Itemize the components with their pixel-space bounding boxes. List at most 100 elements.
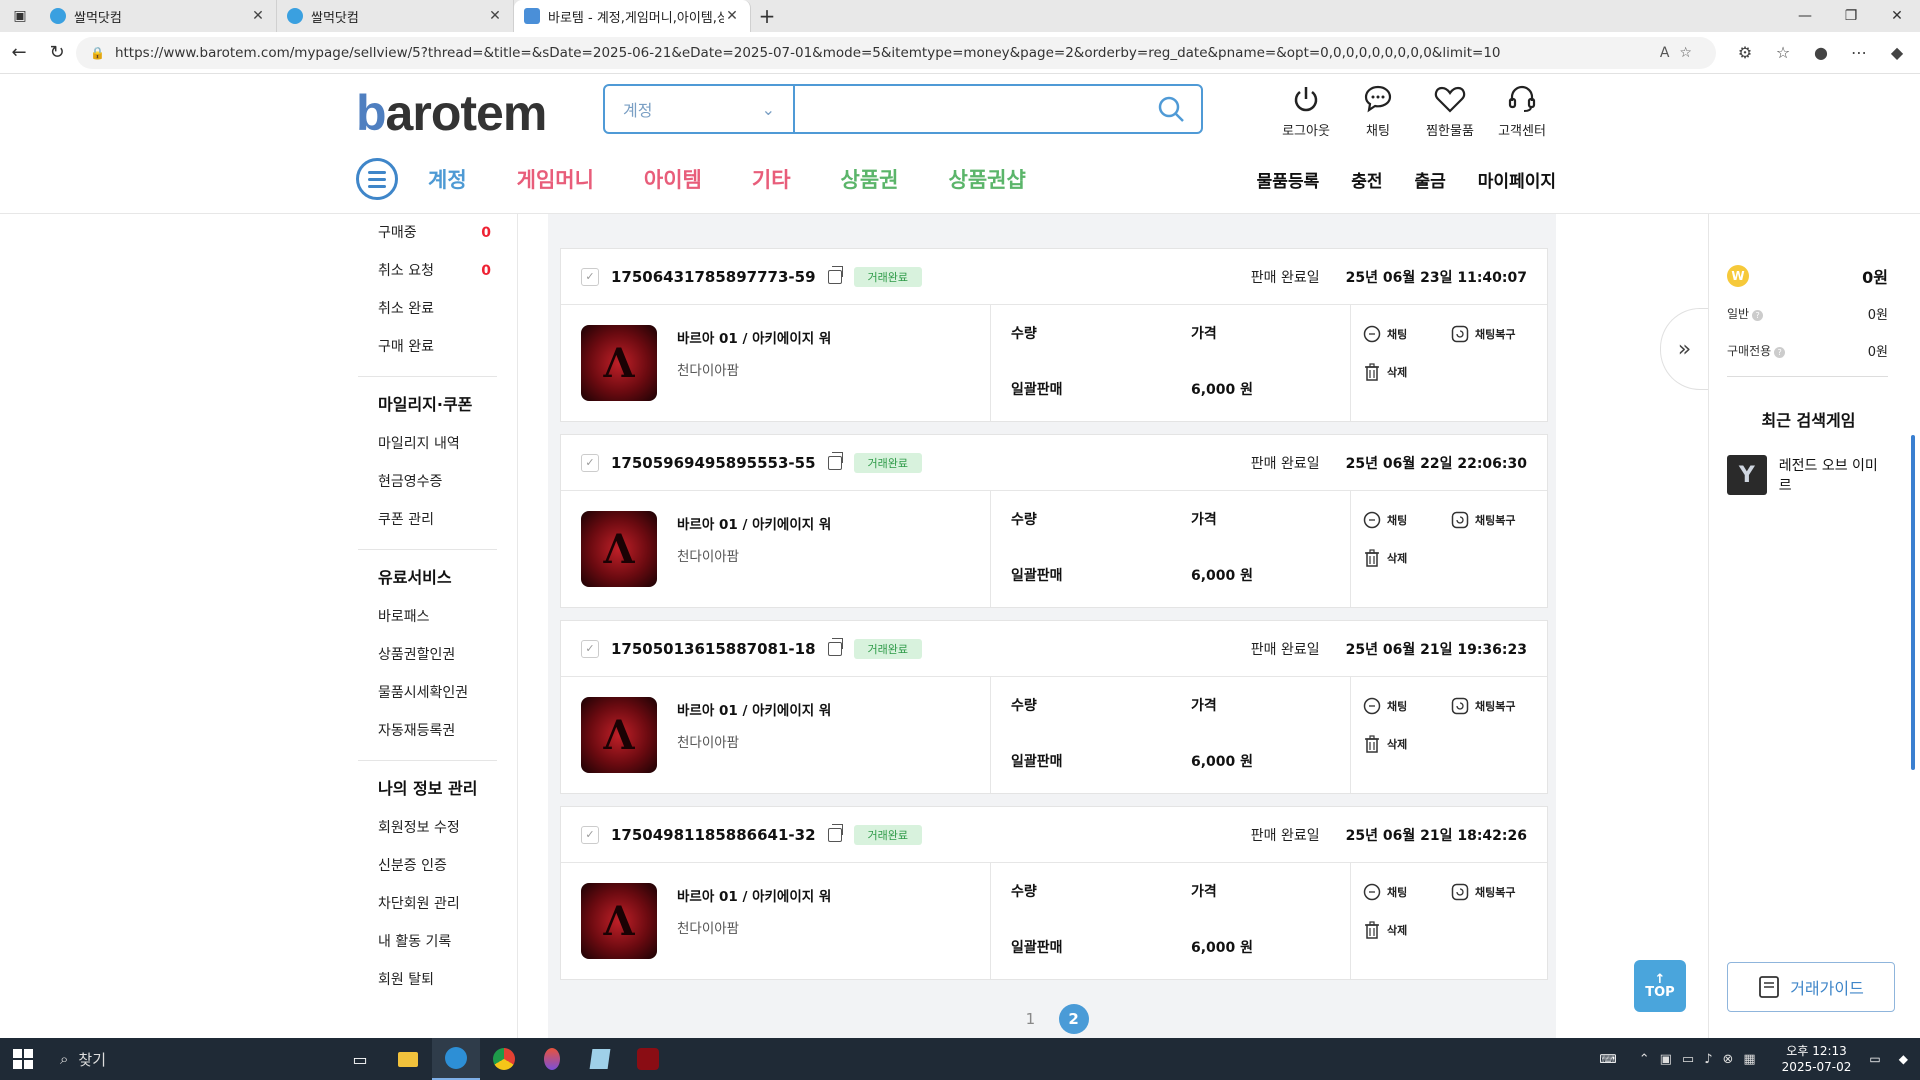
customer-center-button[interactable]: 고객센터 (1486, 82, 1558, 139)
close-window-icon[interactable]: ✕ (1874, 8, 1920, 24)
search-category-select[interactable]: 계정 ⌄ (605, 86, 795, 132)
nav-withdraw[interactable]: 출금 (1415, 167, 1446, 192)
order-checkbox[interactable]: ✓ (581, 453, 599, 472)
chat-action-button[interactable]: 채팅 (1363, 883, 1407, 901)
search-button[interactable] (1141, 86, 1201, 132)
archeage-app-icon[interactable] (624, 1038, 672, 1080)
browser-tab-3-active[interactable]: 바로템 - 계정,게임머니,아이템,상 ✕ (514, 0, 751, 32)
chat-restore-button[interactable]: 채팅복구 (1451, 325, 1515, 343)
browser-tab-2[interactable]: 쌀먹닷컴 ✕ (277, 0, 514, 32)
minimize-icon[interactable]: — (1782, 8, 1828, 24)
clock[interactable]: 오후 12:13 2025-07-02 (1782, 1043, 1852, 1075)
recent-game-item[interactable]: Y 레전드 오브 이미르 (1709, 455, 1908, 495)
delete-button[interactable]: 삭제 (1363, 735, 1407, 753)
sidebar-item-giftcard-discount[interactable]: 상품권할인권 (358, 636, 497, 674)
product-info[interactable]: Λ 바르아 01 / 아키에이지 워 천다이아팜 (561, 677, 991, 793)
task-view-icon[interactable]: ▭ (336, 1038, 384, 1080)
sidebar-item-cancel-request[interactable]: 취소 요청 0 (358, 252, 497, 290)
sidebar-item-price-check[interactable]: 물품시세확인권 (358, 674, 497, 712)
sidebar-item-id-verify[interactable]: 신분증 인증 (358, 847, 497, 885)
sidebar-item-withdraw-member[interactable]: 회원 탈퇴 (358, 961, 497, 999)
sidebar-item-block-list[interactable]: 차단회원 관리 (358, 885, 497, 923)
read-aloud-favorite-icons[interactable]: A☆ (1660, 45, 1702, 61)
chat-restore-button[interactable]: 채팅복구 (1451, 511, 1515, 529)
sidebar-item-purchase-done[interactable]: 구매 완료 (358, 328, 497, 366)
sidebar-item-baropass[interactable]: 바로패스 (358, 598, 497, 636)
expand-panel-button[interactable]: » (1660, 308, 1708, 390)
help-icon[interactable]: ? (1752, 310, 1764, 321)
nav-category-game-money[interactable]: 게임머니 (517, 164, 594, 194)
flame-app-icon[interactable] (528, 1038, 576, 1080)
new-tab-button[interactable]: + (751, 4, 783, 28)
logout-button[interactable]: 로그아웃 (1270, 82, 1342, 139)
start-button[interactable] (0, 1049, 46, 1069)
chat-action-button[interactable]: 채팅 (1363, 325, 1407, 343)
chat-action-button[interactable]: 채팅 (1363, 511, 1407, 529)
sidebar-item-edit-profile[interactable]: 회원정보 수정 (358, 809, 497, 847)
nav-charge[interactable]: 충전 (1351, 167, 1382, 192)
order-checkbox[interactable]: ✓ (581, 825, 599, 844)
nav-category-gift-card[interactable]: 상품권 (841, 164, 899, 194)
sidebar-item-mileage-history[interactable]: 마일리지 내역 (358, 425, 497, 463)
delete-button[interactable]: 삭제 (1363, 921, 1407, 939)
product-info[interactable]: Λ 바르아 01 / 아키에이지 워 천다이아팜 (561, 305, 991, 421)
close-icon[interactable]: ✕ (250, 8, 266, 24)
search-input[interactable] (795, 86, 1141, 132)
sidebar-item-cancel-done[interactable]: 취소 완료 (358, 290, 497, 328)
delete-button[interactable]: 삭제 (1363, 549, 1407, 567)
copy-icon[interactable] (827, 265, 843, 284)
order-checkbox[interactable]: ✓ (581, 639, 599, 658)
nav-category-gift-card-shop[interactable]: 상품권샵 (949, 164, 1026, 194)
help-icon[interactable]: ? (1774, 347, 1786, 358)
sidebar-item-coupon[interactable]: 쿠폰 관리 (358, 501, 497, 539)
copilot-icon[interactable]: ◆ (1899, 1052, 1908, 1066)
trade-guide-button[interactable]: 거래가이드 (1727, 962, 1895, 1012)
chat-restore-button[interactable]: 채팅복구 (1451, 697, 1515, 715)
tab-actions-icon[interactable]: ▣ (0, 0, 40, 32)
product-info[interactable]: Λ 바르아 01 / 아키에이지 워 천다이아팜 (561, 491, 991, 607)
browser-tab-1[interactable]: 쌀먹닷컴 ✕ (40, 0, 277, 32)
more-icon[interactable]: ⋯ (1840, 43, 1878, 62)
restore-icon[interactable]: ❐ (1828, 8, 1874, 24)
nav-category-account[interactable]: 계정 (428, 164, 467, 194)
sidebar-item-auto-relist[interactable]: 자동재등록권 (358, 712, 497, 750)
tray-icons[interactable]: ⌃▣▭♪⊗▦ (1639, 1052, 1766, 1067)
file-explorer-icon[interactable] (384, 1038, 432, 1080)
notification-icon[interactable]: ▭ (1869, 1052, 1880, 1066)
chat-restore-button[interactable]: 채팅복구 (1451, 883, 1515, 901)
notepad-icon[interactable] (576, 1038, 624, 1080)
keyboard-icon[interactable]: ⌨ (1599, 1052, 1616, 1066)
reload-icon[interactable]: ↻ (38, 42, 76, 63)
sidebar-item-buying[interactable]: 구매중 0 (358, 214, 497, 252)
hamburger-menu-icon[interactable] (356, 158, 398, 200)
delete-button[interactable]: 삭제 (1363, 363, 1407, 381)
close-icon[interactable]: ✕ (487, 8, 503, 24)
wishlist-button[interactable]: 찜한물품 (1414, 82, 1486, 139)
sidebar-item-activity-log[interactable]: 내 활동 기록 (358, 923, 497, 961)
copy-icon[interactable] (827, 451, 843, 470)
copy-icon[interactable] (827, 823, 843, 842)
nav-register-item[interactable]: 물품등록 (1257, 167, 1320, 192)
order-checkbox[interactable]: ✓ (581, 267, 599, 286)
extensions-icon[interactable]: ⚙ (1726, 43, 1764, 62)
chrome-icon[interactable] (480, 1038, 528, 1080)
close-icon[interactable]: ✕ (724, 8, 740, 24)
lock-icon[interactable]: 🔒 (90, 46, 105, 60)
copilot-icon[interactable]: ◆ (1878, 43, 1916, 62)
favorites-icon[interactable]: ☆ (1764, 43, 1802, 62)
profile-icon[interactable]: ● (1802, 43, 1840, 62)
chat-action-button[interactable]: 채팅 (1363, 697, 1407, 715)
chat-button[interactable]: 채팅 (1342, 82, 1414, 139)
scrollbar-thumb[interactable] (1911, 435, 1915, 770)
nav-category-item[interactable]: 아이템 (644, 164, 702, 194)
nav-category-etc[interactable]: 기타 (752, 164, 791, 194)
back-icon[interactable]: ← (0, 42, 38, 63)
sidebar-item-cash-receipt[interactable]: 현금영수증 (358, 463, 497, 501)
barotem-logo[interactable]: barotem (356, 84, 547, 142)
url-field[interactable]: 🔒 https://www.barotem.com/mypage/sellvie… (76, 36, 1716, 69)
edge-browser-icon[interactable] (432, 1038, 480, 1080)
copy-icon[interactable] (827, 637, 843, 656)
nav-mypage[interactable]: 마이페이지 (1478, 167, 1556, 192)
scroll-top-button[interactable]: ↑ TOP (1634, 960, 1686, 1012)
page-2-current[interactable]: 2 (1058, 1004, 1089, 1034)
